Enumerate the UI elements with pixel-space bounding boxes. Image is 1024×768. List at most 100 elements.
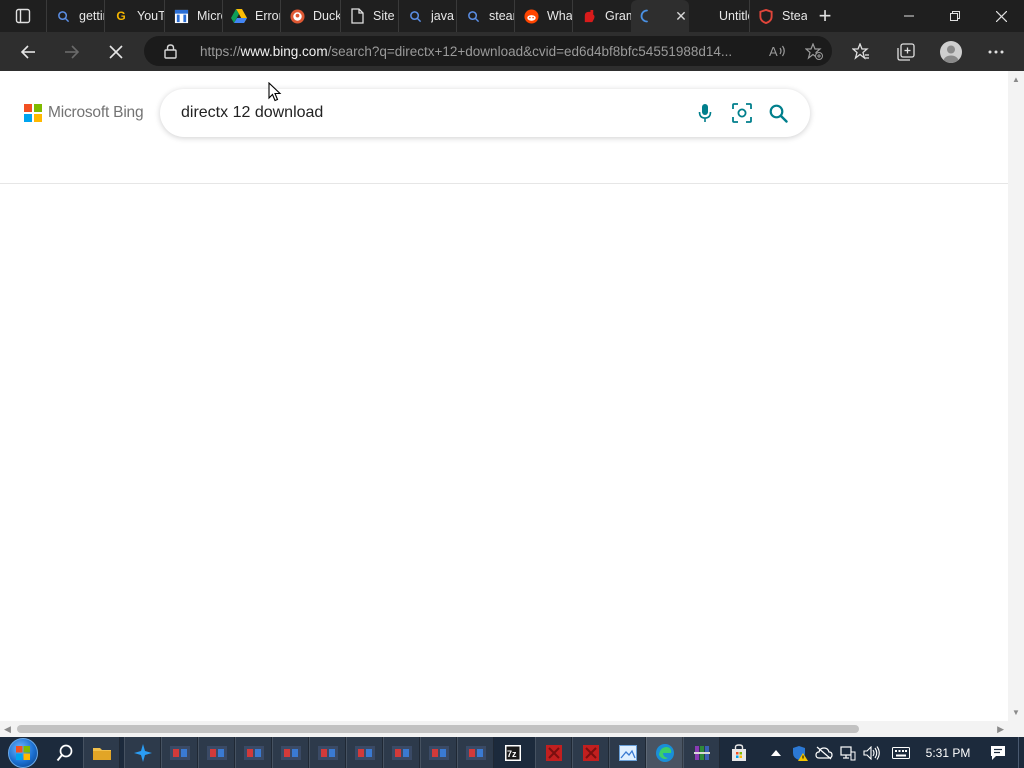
visual-search-button[interactable]: [723, 89, 760, 137]
volume-icon[interactable]: [860, 737, 884, 768]
scroll-right-arrow-icon[interactable]: ▶: [997, 724, 1004, 735]
horizontal-scrollbar[interactable]: ◀ ▶: [0, 721, 1008, 737]
blue-star-icon: [133, 743, 152, 762]
stop-x-icon: [109, 44, 123, 59]
app-task-2[interactable]: [198, 737, 235, 768]
tab-title: DuckDuckGo: [313, 9, 340, 23]
lock-icon[interactable]: [152, 36, 188, 66]
loading-spinner-icon: [639, 8, 655, 24]
camera-scan-icon: [731, 103, 752, 123]
url-text[interactable]: https://www.bing.com/search?q=directx+12…: [200, 44, 760, 59]
minimize-button[interactable]: [886, 0, 932, 32]
system-tray: 5:31 PM: [764, 737, 1024, 768]
app-window-icon: [206, 745, 227, 760]
address-bar[interactable]: https://www.bing.com/search?q=directx+12…: [144, 36, 832, 66]
search-submit-button[interactable]: [760, 89, 797, 137]
tab-8[interactable]: What: [514, 0, 572, 32]
seven-zip-task[interactable]: 7z: [494, 737, 531, 768]
restore-button[interactable]: [932, 0, 978, 32]
chevron-up-icon: [771, 749, 781, 756]
tab-12[interactable]: Steam: [749, 0, 807, 32]
file-explorer-task[interactable]: [83, 737, 120, 768]
app-task-3[interactable]: [235, 737, 272, 768]
tab-11[interactable]: Untitled: [689, 0, 749, 32]
app-window-icon: [428, 745, 449, 760]
show-hidden-icons-button[interactable]: [764, 737, 788, 768]
cloud-offline-icon[interactable]: [812, 737, 836, 768]
tab-title: getting: [79, 9, 104, 23]
security-warning-icon[interactable]: [788, 737, 812, 768]
tab-10-active[interactable]: ✕: [631, 0, 689, 32]
red-app-task-1[interactable]: [535, 737, 572, 768]
app-task-6[interactable]: [346, 737, 383, 768]
bing-logo[interactable]: Microsoft Bing: [24, 104, 144, 122]
close-tab-icon[interactable]: ✕: [673, 8, 689, 24]
app-window-icon: [243, 745, 264, 760]
app-task-5[interactable]: [309, 737, 346, 768]
app-task-1[interactable]: [161, 737, 198, 768]
tab-title: steam: [489, 9, 514, 23]
edge-icon: [655, 743, 674, 762]
store-task[interactable]: [720, 737, 757, 768]
image-viewer-icon: [618, 744, 637, 761]
search-icon: [56, 744, 72, 761]
windows-logo-icon: [8, 737, 38, 768]
search-box[interactable]: directx 12 download: [160, 89, 810, 137]
favorites-button[interactable]: [838, 32, 883, 71]
profile-button[interactable]: [928, 32, 973, 71]
document-icon: [349, 8, 365, 24]
scroll-down-arrow-icon[interactable]: ▼: [1012, 708, 1020, 717]
taskbar-search-button[interactable]: [46, 737, 83, 768]
edge-browser-task[interactable]: [646, 737, 683, 768]
search-input[interactable]: directx 12 download: [181, 104, 686, 122]
tab-0[interactable]: getting: [46, 0, 104, 32]
scroll-up-arrow-icon[interactable]: ▲: [1012, 75, 1020, 84]
show-desktop-button[interactable]: [1018, 737, 1024, 768]
app-task-9[interactable]: [457, 737, 494, 768]
voice-search-button[interactable]: [686, 89, 723, 137]
add-favorite-icon[interactable]: [796, 36, 832, 66]
tab-5[interactable]: Site: [340, 0, 398, 32]
seven-zip-icon: 7z: [504, 744, 521, 761]
app-task-4[interactable]: [272, 737, 309, 768]
tab-4[interactable]: DuckDuckGo: [280, 0, 340, 32]
forward-button[interactable]: [50, 32, 94, 71]
restore-icon: [950, 11, 960, 21]
browser-toolbar: https://www.bing.com/search?q=directx+12…: [0, 32, 1024, 71]
red-app-task-2[interactable]: [572, 737, 609, 768]
network-icon[interactable]: [836, 737, 860, 768]
tab-2[interactable]: Microsoft: [164, 0, 222, 32]
app-task-blue[interactable]: [124, 737, 161, 768]
start-button[interactable]: [0, 737, 46, 768]
horizontal-scroll-thumb[interactable]: [17, 725, 859, 733]
image-viewer-task[interactable]: [609, 737, 646, 768]
app-task-8[interactable]: [420, 737, 457, 768]
tab-6[interactable]: java: [398, 0, 456, 32]
app-window-icon: [169, 745, 190, 760]
keyboard-icon[interactable]: [884, 737, 918, 768]
collections-button[interactable]: [883, 32, 928, 71]
back-button[interactable]: [6, 32, 50, 71]
app-window-icon: [280, 745, 301, 760]
close-window-button[interactable]: [978, 0, 1024, 32]
vertical-scrollbar[interactable]: ▲ ▼: [1008, 71, 1024, 721]
settings-more-button[interactable]: [973, 32, 1018, 71]
shield-icon: [758, 8, 774, 24]
notification-center-button[interactable]: [978, 737, 1018, 768]
tab-7[interactable]: steam: [456, 0, 514, 32]
tab-1[interactable]: G YouTube: [104, 0, 164, 32]
avatar: [939, 40, 962, 63]
tab-title: Untitled: [719, 9, 749, 23]
tab-3[interactable]: Error: [222, 0, 280, 32]
scroll-left-arrow-icon[interactable]: ◀: [4, 724, 11, 735]
read-aloud-icon[interactable]: A: [760, 36, 796, 66]
stop-loading-button[interactable]: [94, 32, 138, 71]
tab-actions-button[interactable]: [0, 0, 46, 32]
archive-app-task[interactable]: [683, 737, 720, 768]
taskbar-clock[interactable]: 5:31 PM: [918, 746, 978, 760]
new-tab-button[interactable]: +: [807, 0, 843, 32]
tab-9[interactable]: Grammarly: [572, 0, 631, 32]
red-app-icon: [582, 744, 599, 761]
microsoft-logo-icon: [24, 104, 42, 122]
app-task-7[interactable]: [383, 737, 420, 768]
